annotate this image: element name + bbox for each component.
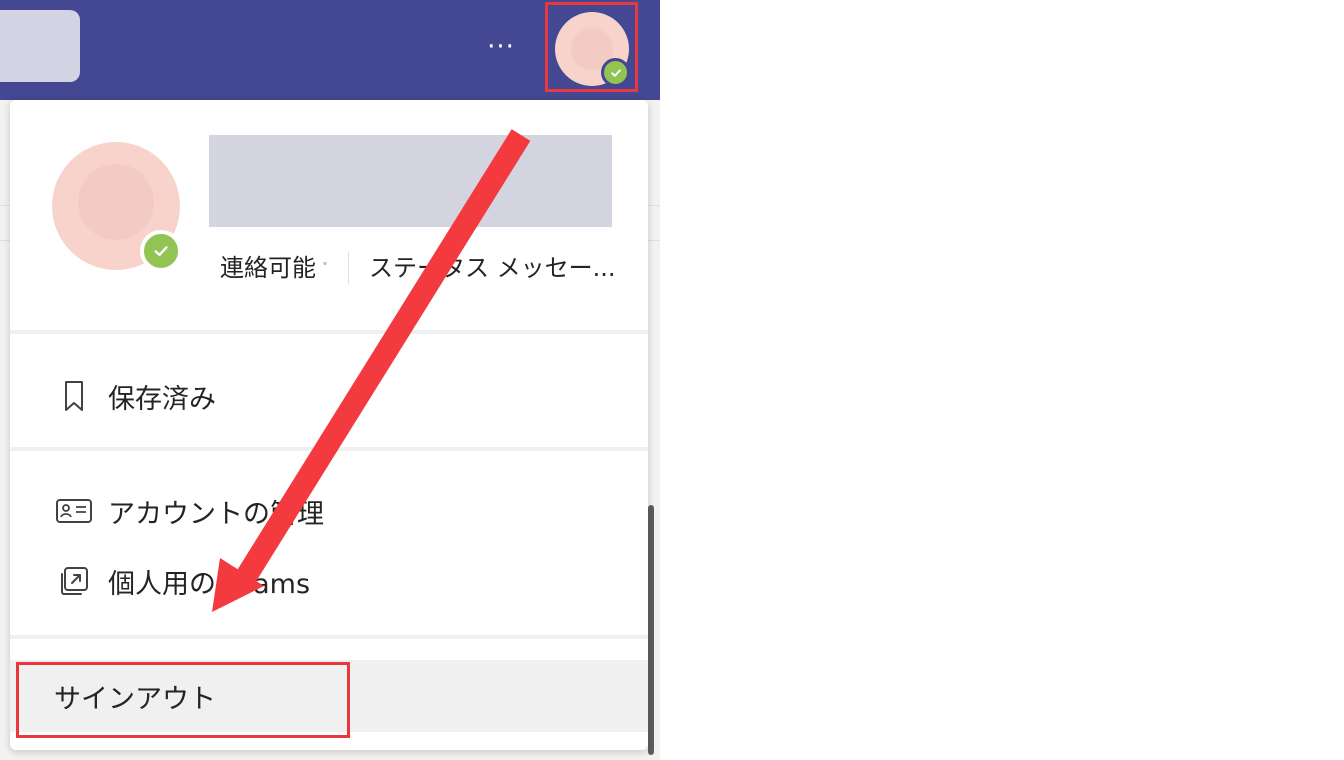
menu-divider — [10, 447, 648, 451]
teams-app: ··· 連絡可能 ˅ ステータス メッセー... 保存済み アカウントの管理 個… — [0, 0, 660, 760]
presence-available-icon — [140, 230, 182, 272]
id-card-icon — [54, 491, 94, 531]
menu-item-saved[interactable]: 保存済み — [10, 368, 648, 424]
menu-divider — [10, 635, 648, 639]
screenshot-stage: ··· 連絡可能 ˅ ステータス メッセー... 保存済み アカウントの管理 個… — [0, 0, 1344, 760]
menu-divider — [10, 330, 648, 334]
presence-status-dropdown[interactable]: 連絡可能 — [220, 250, 316, 286]
highlight-box-sign-out — [16, 662, 350, 738]
menu-item-label: 保存済み — [108, 383, 216, 415]
user-name-redacted — [209, 135, 612, 227]
status-message-button[interactable]: ステータス メッセー... — [369, 250, 616, 286]
menu-item-label: 個人用の Teams — [108, 568, 311, 600]
menu-item-manage-account[interactable]: アカウントの管理 — [10, 483, 648, 539]
avatar-placeholder — [78, 164, 154, 240]
background-scrollbar[interactable] — [648, 505, 654, 755]
chevron-down-icon[interactable]: ˅ — [322, 250, 328, 286]
more-options-button[interactable]: ··· — [478, 30, 524, 64]
checkmark-icon — [154, 246, 168, 257]
menu-item-personal-teams[interactable]: 個人用の Teams — [10, 553, 648, 609]
profile-dropdown-menu: 連絡可能 ˅ ステータス メッセー... 保存済み アカウントの管理 個人用の … — [10, 100, 648, 750]
status-separator — [348, 252, 349, 284]
search-box[interactable] — [0, 10, 80, 82]
external-link-icon — [54, 561, 94, 601]
status-row: 連絡可能 ˅ ステータス メッセー... — [220, 250, 616, 286]
highlight-box-avatar — [545, 2, 638, 92]
bookmark-icon — [54, 376, 94, 416]
menu-item-label: アカウントの管理 — [108, 498, 324, 530]
